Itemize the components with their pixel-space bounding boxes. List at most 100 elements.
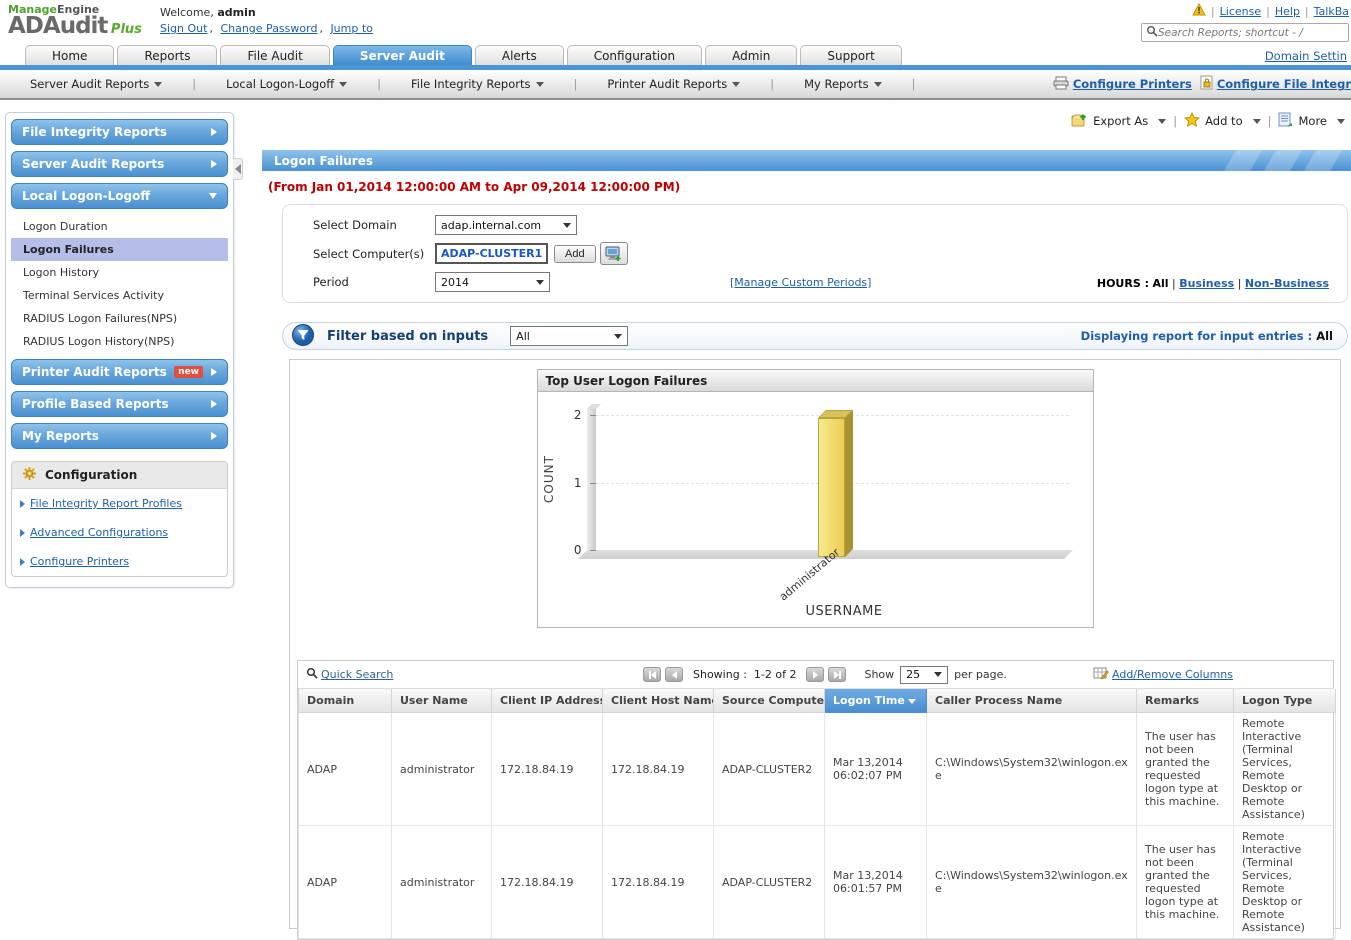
first-page-button[interactable] [643,667,661,682]
cell-caller-process: C:\Windows\System32\winlogon.exe [927,713,1137,826]
col-client-host[interactable]: Client Host Name [603,689,714,713]
col-logon-type[interactable]: Logon Type [1234,689,1336,713]
config-link-advanced-configurations[interactable]: Advanced Configurations [12,518,227,547]
bar-administrator-side [845,410,853,557]
top-header: ManageEngine ADAudit Plus Welcome, admin… [0,0,1351,45]
tab-configuration[interactable]: Configuration [567,45,702,65]
last-page-button[interactable] [828,667,846,682]
col-user-name[interactable]: User Name [392,689,492,713]
table-row: ADAP administrator 172.18.84.19 172.18.8… [299,713,1336,826]
license-link[interactable]: License [1220,5,1261,18]
sidebar-group-printer-audit-reports[interactable]: Printer Audit Reportsnew [11,359,228,385]
computers-input[interactable] [435,243,548,264]
col-source-computer[interactable]: Source Computer [714,689,825,713]
tab-alerts[interactable]: Alerts [475,45,564,65]
tab-home[interactable]: Home [25,45,114,65]
filter-funnel-icon [291,323,315,350]
add-remove-columns-link[interactable]: Add/Remove Columns [1093,667,1233,683]
chevron-right-icon [20,500,25,508]
report-title: Logon Failures [274,154,373,168]
config-link-file-integrity-report-profiles[interactable]: File Integrity Report Profiles [12,489,227,518]
talkback-link[interactable]: TalkBa [1314,5,1349,18]
domain-select[interactable]: adap.internal.com [435,215,577,235]
filter-select[interactable]: All [510,326,628,346]
config-link-configure-printers[interactable]: Configure Printers [12,547,227,576]
cell-client-host: 172.18.84.19 [603,826,714,939]
per-page-label: per page. [954,668,1007,681]
sidebar-item-radius-logon-failures[interactable]: RADIUS Logon Failures(NPS) [11,307,228,330]
y-tick-0: 0 [564,543,582,557]
cell-logon-type: Remote Interactive (Terminal Services, R… [1234,826,1336,939]
period-select[interactable]: 2014 [435,272,550,292]
cell-source-computer: ADAP-CLUSTER2 [714,713,825,826]
sidebar-item-terminal-services-activity[interactable]: Terminal Services Activity [11,284,228,307]
sidebar-group-profile-based-reports[interactable]: Profile Based Reports [11,391,228,417]
bar-administrator [818,418,845,557]
more-button[interactable]: More [1278,112,1345,130]
col-logon-time[interactable]: Logon Time [825,689,927,713]
col-remarks[interactable]: Remarks [1137,689,1234,713]
hours-label: HOURS : [1097,277,1149,290]
change-password-link[interactable]: Change Password [220,22,317,35]
welcome-block: Welcome, admin Sign Out, Change Password… [150,0,375,45]
warning-icon[interactable]: ! [1192,3,1206,19]
subnav-file-integrity-reports[interactable]: File Integrity Reports [381,77,573,91]
configure-printers-link[interactable]: Configure Printers [1053,76,1192,93]
search-box[interactable] [1141,23,1349,42]
sidebar-group-my-reports[interactable]: My Reports [11,423,228,449]
hours-non-business-link[interactable]: Non-Business [1245,277,1329,290]
help-link[interactable]: Help [1275,5,1300,18]
sidebar-collapse-handle[interactable] [233,158,243,180]
chevron-down-icon [339,82,347,87]
chart-y-axis-label: COUNT [542,444,556,514]
sidebar-item-logon-history[interactable]: Logon History [11,261,228,284]
col-client-ip[interactable]: Client IP Address [492,689,603,713]
chevron-down-icon [1253,119,1261,124]
col-domain[interactable]: Domain [299,689,392,713]
file-lock-icon [1200,75,1213,93]
sidebar-group-file-integrity-reports[interactable]: File Integrity Reports [11,119,228,145]
cell-logon-type: Remote Interactive (Terminal Services, R… [1234,713,1336,826]
cell-source-computer: ADAP-CLUSTER2 [714,826,825,939]
domain-settings-link[interactable]: Domain Settin [1265,49,1347,63]
next-page-button[interactable] [806,667,824,682]
cell-user: administrator [392,826,492,939]
cell-remarks: The user has not been granted the reques… [1137,826,1234,939]
sidebar-item-logon-failures[interactable]: Logon Failures [11,238,228,261]
search-input[interactable] [1158,27,1338,39]
quick-search[interactable]: Quick Search [306,667,641,682]
sign-out-link[interactable]: Sign Out [160,22,207,35]
tab-support[interactable]: Support [800,45,901,65]
cell-domain: ADAP [299,713,392,826]
app-logo: ManageEngine ADAudit Plus [0,0,150,45]
subnav-server-audit-reports[interactable]: Server Audit Reports [0,77,192,91]
manage-custom-periods-link[interactable]: [Manage Custom Periods] [730,276,871,289]
export-as-button[interactable]: Export As [1071,112,1166,130]
subnav-my-reports[interactable]: My Reports [774,77,912,91]
subnav-local-logon-logoff[interactable]: Local Logon-Logoff [196,77,377,91]
page-size-select[interactable]: 25 [900,666,948,684]
sidebar-group-local-logon-logoff[interactable]: Local Logon-Logoff [11,183,228,209]
subnav-printer-audit-reports[interactable]: Printer Audit Reports [577,77,770,91]
chart-title: Top User Logon Failures [538,370,1093,392]
tab-reports[interactable]: Reports [117,45,217,65]
sidebar-item-radius-logon-history[interactable]: RADIUS Logon History(NPS) [11,330,228,353]
sidebar-item-logon-duration[interactable]: Logon Duration [11,215,228,238]
col-caller-process[interactable]: Caller Process Name [927,689,1137,713]
table-row: ADAP administrator 172.18.84.19 172.18.8… [299,826,1336,939]
tab-file-audit[interactable]: File Audit [220,45,329,65]
subnav: Server Audit Reports | Local Logon-Logof… [0,70,1351,100]
add-to-button[interactable]: Add to [1184,112,1260,130]
report-input-form: Select Domain adap.internal.com Select C… [282,204,1348,303]
hours-business-link[interactable]: Business [1179,277,1234,290]
sidebar-group-server-audit-reports[interactable]: Server Audit Reports [11,151,228,177]
welcome-text: Welcome, admin [160,5,375,21]
tab-admin[interactable]: Admin [705,45,797,65]
prev-page-button[interactable] [665,667,683,682]
jump-to-link[interactable]: Jump to [330,22,372,35]
configure-file-integrity-link[interactable]: Configure File Integr [1200,75,1351,93]
tab-server-audit[interactable]: Server Audit [333,45,472,65]
main-content: Export As | Add to | More Logon Failures… [262,100,1351,929]
add-button[interactable]: Add [554,245,596,263]
select-computer-icon-button[interactable] [600,242,628,265]
